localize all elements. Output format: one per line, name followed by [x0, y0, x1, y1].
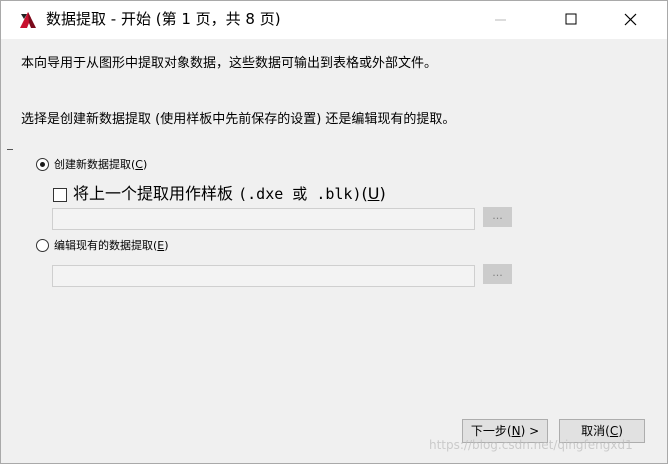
intro-description: 本向导用于从图形中提取对象数据，这些数据可输出到表格或外部文件。	[21, 56, 438, 71]
window-title: 数据提取 - 开始 (第 1 页，共 8 页)	[46, 10, 281, 28]
existing-path-field[interactable]	[52, 265, 475, 287]
template-browse-button[interactable]: ...	[483, 207, 512, 227]
maximize-icon	[565, 13, 577, 25]
create-new-label[interactable]: 创建新数据提取(C)	[54, 158, 147, 172]
close-icon	[624, 13, 637, 26]
title-bar[interactable]: 数据提取 - 开始 (第 1 页，共 8 页)	[1, 1, 667, 39]
group-tick-mark	[7, 149, 13, 150]
watermark-text: https://blog.csdn.net/qingfengxd1	[429, 438, 633, 452]
radio-selected-dot	[40, 162, 45, 167]
use-template-checkbox[interactable]	[53, 188, 67, 202]
edit-existing-radio[interactable]	[36, 239, 49, 252]
autocad-app-icon	[20, 12, 36, 28]
data-extraction-dialog: 数据提取 - 开始 (第 1 页，共 8 页) 本向导用于从图形中提取对象数据，…	[0, 0, 668, 464]
minimize-button[interactable]	[489, 1, 535, 39]
use-template-label[interactable]: 将上一个提取用作样板 (.dxe 或 .blk)(U)	[73, 183, 386, 205]
existing-browse-button[interactable]: ...	[483, 264, 512, 284]
create-new-radio[interactable]	[36, 158, 49, 171]
template-path-field[interactable]	[52, 208, 475, 230]
minimize-icon	[495, 19, 506, 21]
close-button[interactable]	[605, 1, 651, 39]
maximize-button[interactable]	[546, 1, 592, 39]
edit-existing-label[interactable]: 编辑现有的数据提取(E)	[54, 239, 169, 253]
intro-instruction: 选择是创建新数据提取 (使用样板中先前保存的设置) 还是编辑现有的提取。	[21, 112, 456, 127]
